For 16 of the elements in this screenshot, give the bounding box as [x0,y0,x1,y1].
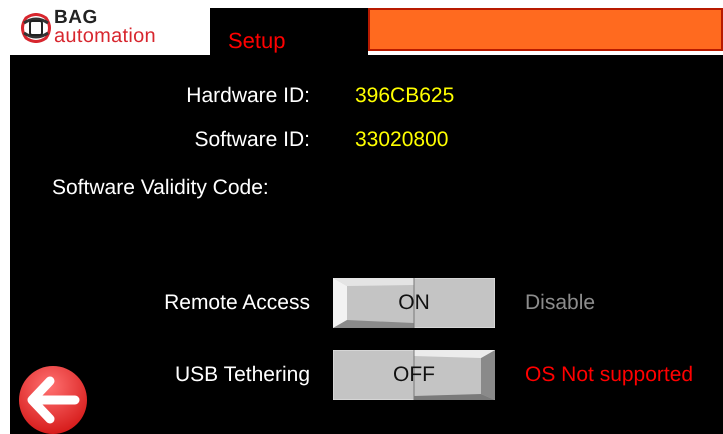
toggle-switch[interactable]: OFF [333,350,495,400]
back-button[interactable] [18,365,88,434]
field-label: Software ID: [193,128,310,152]
toggle-label: USB Tethering [174,363,310,387]
field-label: Hardware ID: [185,84,310,108]
logo-brand: BAG [54,8,98,28]
toggle-switch[interactable]: ON [333,278,495,328]
field-value: 396CB625 [355,84,454,108]
setup-tab[interactable]: Setup [210,8,368,55]
field-label: Software Validity Code: [52,176,269,200]
toggle-label: Remote Access [163,291,310,315]
status-text: Disable [525,291,596,315]
field-value: 33020800 [355,128,448,152]
logo-subtitle: automation [54,27,156,46]
status-text: OS Not supported [525,363,694,387]
logo-icon [20,12,52,42]
